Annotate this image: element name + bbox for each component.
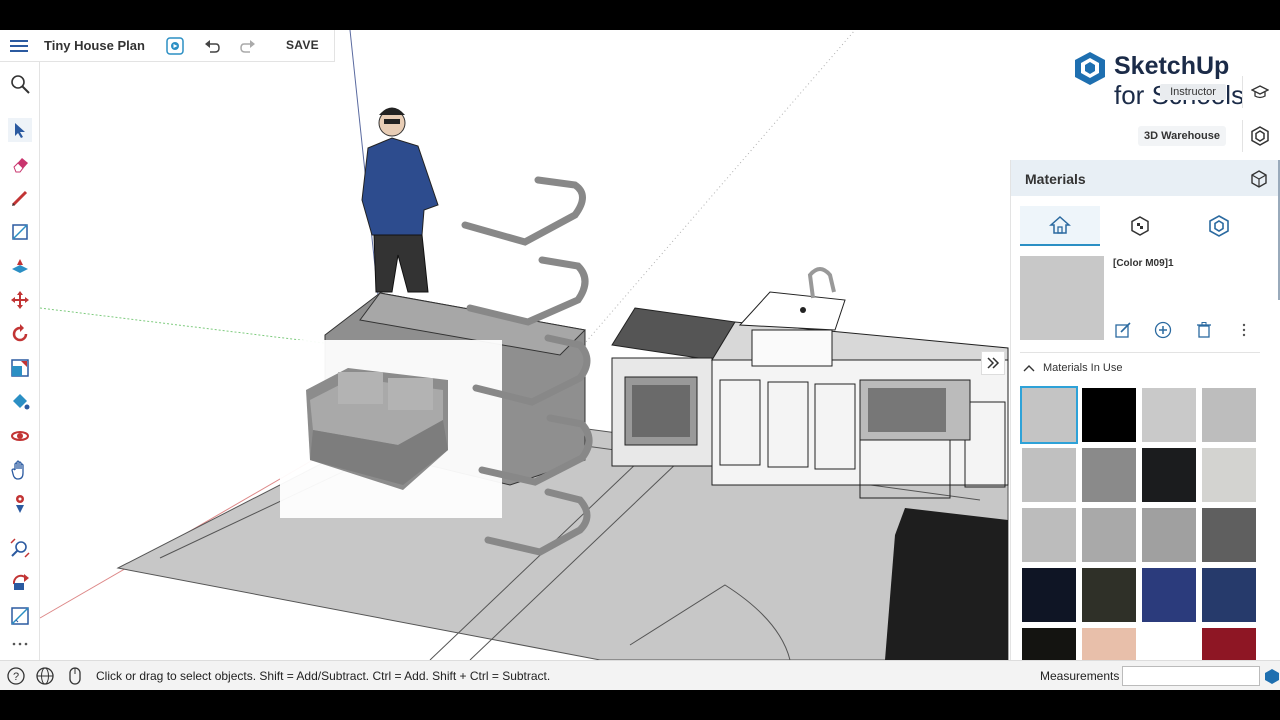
rectangle-icon[interactable] (8, 220, 32, 244)
material-swatch[interactable] (1142, 568, 1196, 622)
pencil-icon[interactable] (8, 186, 32, 210)
instructor-cap-icon[interactable] (1242, 76, 1276, 108)
measurements-input[interactable] (1122, 666, 1260, 686)
left-toolbar (0, 62, 40, 660)
material-swatch[interactable] (1202, 628, 1256, 660)
mouse-icon[interactable] (65, 666, 85, 686)
3d-warehouse-icon[interactable] (1242, 120, 1276, 152)
orbit-icon[interactable] (8, 424, 32, 448)
materials-in-use-toggle[interactable]: Materials In Use (1023, 362, 1122, 374)
texture-cube-icon (1131, 216, 1149, 236)
materials-tab-warehouse[interactable] (1179, 206, 1259, 246)
status-bar: ? Click or drag to select objects. Shift… (0, 660, 1280, 690)
divider (1020, 352, 1260, 353)
present-icon[interactable] (164, 35, 186, 57)
material-swatch[interactable] (1142, 508, 1196, 562)
top-bar: Tiny House Plan SAVE (0, 30, 335, 62)
add-material-icon[interactable] (1153, 320, 1173, 340)
materials-in-use-label: Materials In Use (1043, 362, 1123, 374)
tape-measure-icon[interactable] (8, 604, 32, 628)
eraser-icon[interactable] (8, 152, 32, 176)
look-around-icon[interactable] (8, 570, 32, 594)
sketchup-app: Tiny House Plan SAVE SketchUp for Instru… (0, 30, 1280, 690)
material-swatch[interactable] (1202, 388, 1256, 442)
dark-box (885, 508, 1008, 660)
move-icon[interactable] (8, 288, 32, 312)
material-swatch[interactable] (1202, 448, 1256, 502)
status-hint: Click or drag to select objects. Shift =… (96, 669, 551, 683)
material-swatch[interactable] (1020, 386, 1078, 444)
push-pull-icon[interactable] (8, 254, 32, 278)
search-icon[interactable] (8, 72, 32, 96)
material-swatch[interactable] (1082, 628, 1136, 660)
edit-material-icon[interactable] (1113, 320, 1133, 340)
3d-warehouse-button[interactable]: 3D Warehouse (1138, 126, 1226, 146)
more-icon[interactable] (8, 632, 32, 656)
material-swatch[interactable] (1082, 448, 1136, 502)
materials-tab-textures[interactable] (1100, 206, 1180, 246)
materials-tab-home[interactable] (1020, 206, 1100, 246)
sketchup-logo: SketchUp for Schools (1072, 50, 1252, 112)
microwave (859, 379, 971, 441)
sketchup-logo-icon (1075, 52, 1105, 85)
instructor-badge: Instructor (1160, 84, 1226, 100)
material-swatch[interactable] (1082, 508, 1136, 562)
scale-icon[interactable] (8, 356, 32, 380)
help-icon[interactable]: ? (6, 666, 26, 686)
delete-material-icon[interactable] (1194, 320, 1214, 340)
material-swatch[interactable] (1022, 628, 1076, 660)
material-swatch[interactable] (1202, 508, 1256, 562)
svg-text:?: ? (13, 671, 19, 683)
hamburger-menu-icon[interactable] (8, 35, 30, 57)
rotate-icon[interactable] (8, 322, 32, 346)
sketchup-status-icon[interactable] (1262, 666, 1280, 686)
material-swatch[interactable] (1022, 568, 1076, 622)
chevron-up-icon (1023, 365, 1035, 372)
save-button[interactable]: SAVE (286, 38, 319, 52)
globe-icon[interactable] (35, 666, 55, 686)
sink (738, 267, 846, 367)
selected-material-name: [Color M09]1 (1113, 258, 1174, 269)
paint-bucket-icon[interactable] (8, 390, 32, 414)
materials-panel: Materials [Color M09]1 Materials In Use (1010, 160, 1280, 660)
material-swatch[interactable] (1082, 568, 1136, 622)
double-chevron-right-icon (987, 357, 1000, 369)
materials-title: Materials (1025, 171, 1086, 187)
collapse-panel-button[interactable] (981, 351, 1005, 375)
selected-material-swatch[interactable] (1020, 256, 1104, 340)
walk-icon[interactable] (8, 492, 32, 516)
material-swatch[interactable] (1082, 388, 1136, 442)
material-swatch[interactable] (1142, 448, 1196, 502)
project-title[interactable]: Tiny House Plan (44, 38, 145, 53)
material-swatch[interactable] (1142, 628, 1196, 660)
material-swatch[interactable] (1142, 388, 1196, 442)
pan-icon[interactable] (8, 458, 32, 482)
select-icon[interactable] (8, 118, 32, 142)
redo-icon[interactable] (237, 35, 259, 57)
more-options-icon[interactable] (1234, 320, 1254, 340)
person-figure (361, 107, 439, 293)
zoom-icon[interactable] (8, 536, 32, 560)
material-swatch[interactable] (1202, 568, 1256, 622)
measurements-label: Measurements (1040, 669, 1120, 683)
material-swatch[interactable] (1022, 448, 1076, 502)
warehouse-icon (1209, 215, 1229, 237)
undo-icon[interactable] (201, 35, 223, 57)
materials-cube-icon[interactable] (1249, 169, 1269, 194)
materials-header: Materials (1011, 160, 1280, 196)
material-swatch[interactable] (1022, 508, 1076, 562)
logo-text-sketchup: SketchUp (1114, 52, 1230, 80)
home-icon (1049, 215, 1071, 234)
